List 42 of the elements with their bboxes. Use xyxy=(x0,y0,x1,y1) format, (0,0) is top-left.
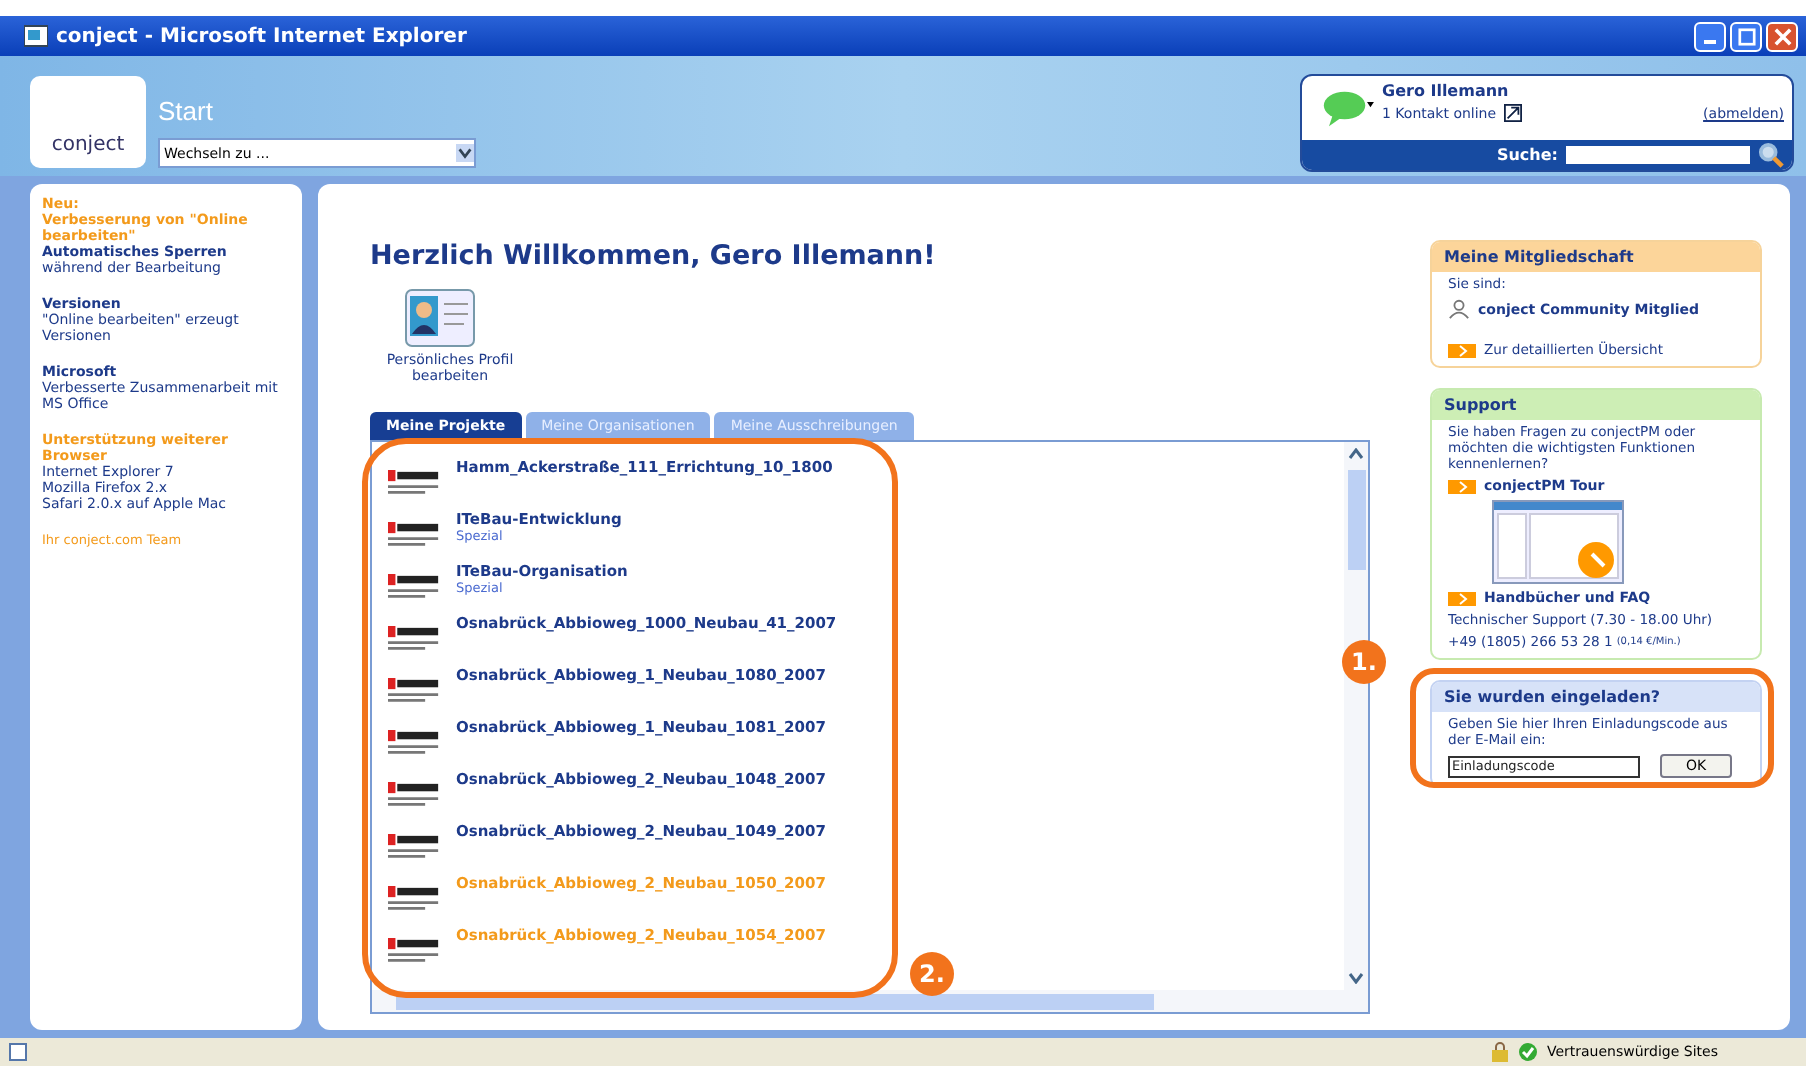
company-logo-icon xyxy=(388,468,440,498)
chevron-icon xyxy=(1448,591,1476,605)
step-badge: 1. xyxy=(1342,640,1386,684)
profile-card-icon[interactable] xyxy=(404,288,476,348)
user-name: Gero Illemann xyxy=(1382,82,1511,100)
company-logo-icon xyxy=(388,884,440,914)
company-logo-icon xyxy=(388,520,440,550)
browser-icon xyxy=(24,24,48,48)
close-button[interactable] xyxy=(1766,21,1798,51)
card-title: Support xyxy=(1432,390,1760,420)
person-icon xyxy=(1448,298,1470,320)
search-label: Suche: xyxy=(1496,146,1558,164)
step-badge: 2. xyxy=(910,952,954,996)
close-icon xyxy=(1773,27,1791,45)
company-logo-icon xyxy=(388,624,440,654)
search-icon[interactable] xyxy=(1758,142,1784,168)
company-logo-icon xyxy=(388,676,440,706)
company-logo-icon xyxy=(388,832,440,862)
company-logo-icon xyxy=(388,936,440,966)
scrollbar-thumb[interactable] xyxy=(1347,470,1365,570)
lock-icon xyxy=(1490,1042,1511,1062)
check-icon xyxy=(1518,1042,1539,1062)
welcome-heading: Herzlich Willkommen, Gero Illemann! xyxy=(370,240,938,272)
screenshot-thumbnail[interactable] xyxy=(1492,500,1624,584)
maximize-button[interactable] xyxy=(1730,21,1762,51)
caret-icon xyxy=(456,144,474,162)
window-title: conject - Microsoft Internet Explorer xyxy=(56,25,467,47)
minimize-button[interactable] xyxy=(1694,21,1726,51)
company-logo-icon xyxy=(388,728,440,758)
company-logo-icon xyxy=(388,572,440,602)
popup-icon[interactable] xyxy=(1504,104,1523,122)
chevron-icon xyxy=(1448,479,1476,493)
maximize-icon xyxy=(1737,27,1755,45)
page-icon xyxy=(8,1042,28,1062)
company-logo-icon xyxy=(388,780,440,810)
logo[interactable]: conject xyxy=(30,76,146,168)
card-title: Sie wurden eingeladen? xyxy=(1432,682,1760,712)
page-title: Start xyxy=(158,96,215,126)
chevron-icon xyxy=(1448,343,1476,357)
minimize-icon xyxy=(1704,40,1716,44)
card-title: Meine Mitgliedschaft xyxy=(1432,242,1760,272)
search-field[interactable] xyxy=(1566,146,1750,164)
